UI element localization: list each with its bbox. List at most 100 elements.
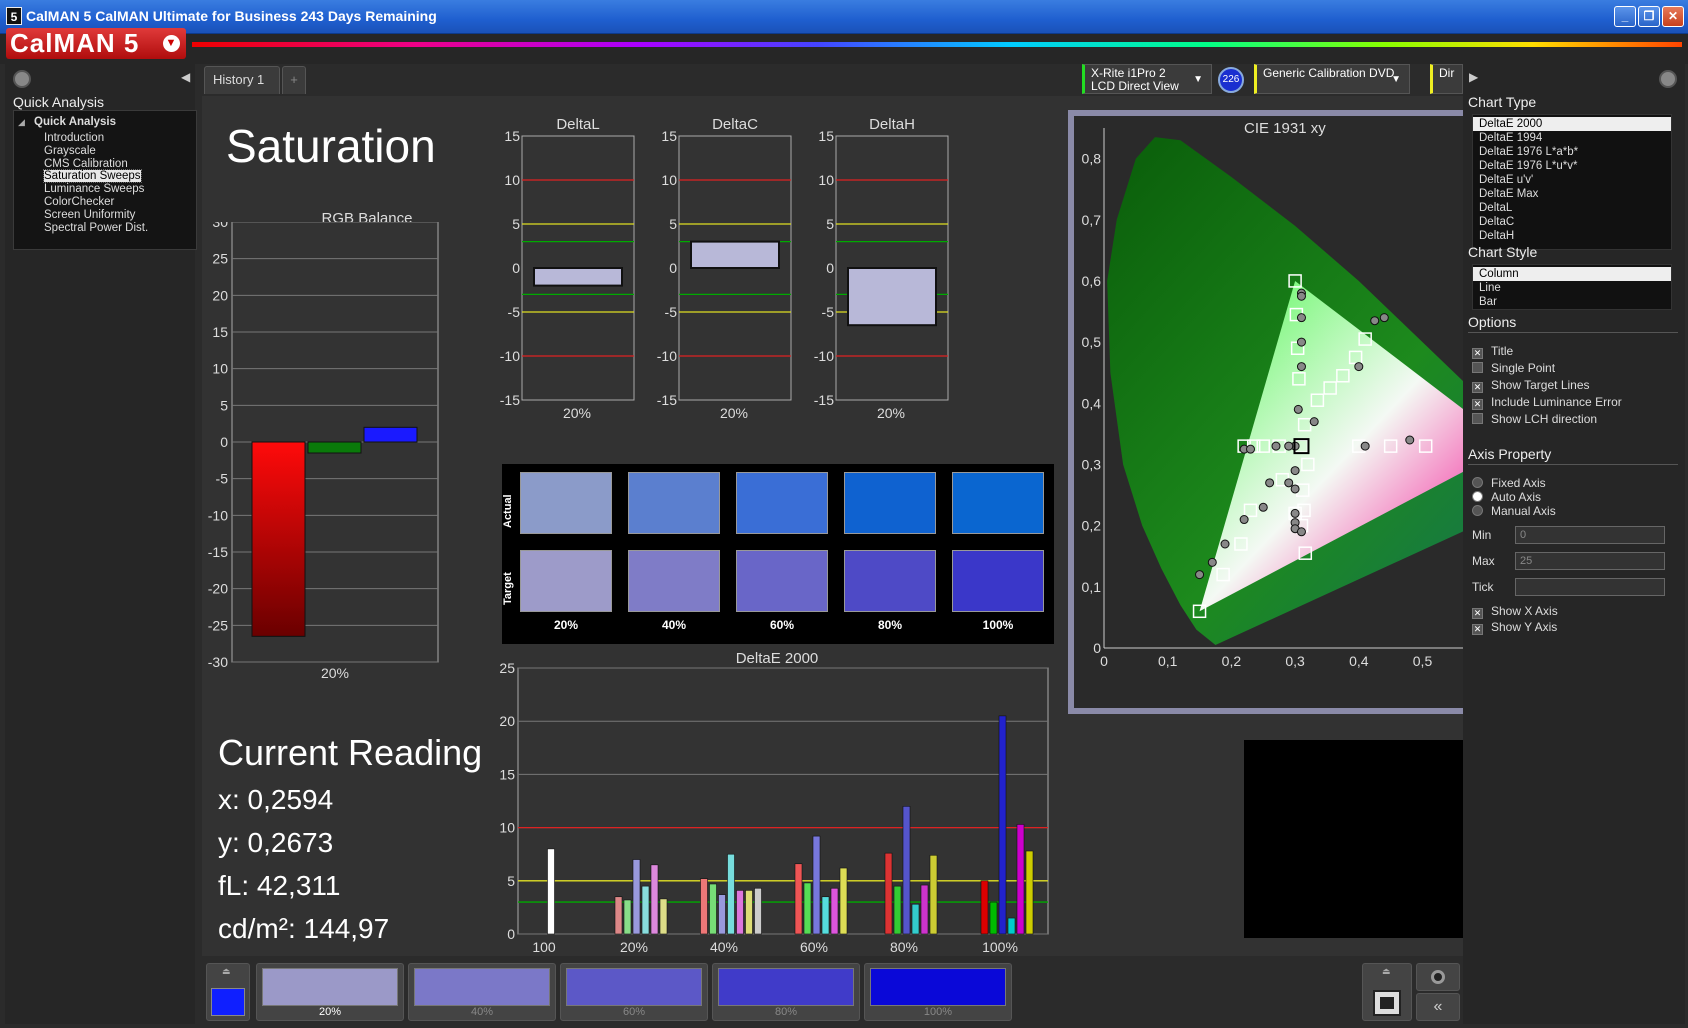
options-header: Options: [1468, 314, 1517, 330]
checkbox-icon: [1472, 413, 1483, 424]
show-x-axis-checkbox[interactable]: ✕ Show X Axis: [1472, 604, 1558, 619]
patch-button[interactable]: 40%: [408, 963, 556, 1021]
max-label: Max: [1472, 554, 1495, 568]
meter-mode: LCD Direct View: [1091, 79, 1179, 93]
close-button[interactable]: ✕: [1662, 6, 1684, 27]
swatch-label: 40%: [661, 618, 687, 632]
meter-badge[interactable]: 226: [1218, 67, 1244, 93]
x-tick-label: 20%: [720, 405, 748, 421]
display-selector[interactable]: Dir: [1430, 64, 1463, 94]
option-checkbox[interactable]: Single Point: [1472, 361, 1555, 375]
tree-item[interactable]: Spectral Power Dist.: [44, 222, 148, 234]
tree-item[interactable]: Luminance Sweeps: [44, 183, 144, 195]
reading-point: [1296, 362, 1306, 372]
expand-right-icon[interactable]: ▶: [1469, 70, 1478, 84]
y-tick-label: 0,2: [1082, 518, 1102, 534]
chart-type-item[interactable]: DeltaE 1994: [1473, 131, 1671, 145]
deltae-2000-chart: 25 20 15 10 5 0 100 20% 40% 60% 80% 100%: [499, 662, 1049, 955]
y-tick-label: 10: [818, 172, 834, 188]
option-checkbox[interactable]: ✕ Title: [1472, 344, 1513, 359]
tick-field[interactable]: [1515, 578, 1665, 596]
axis-mode-label: Manual Axis: [1491, 504, 1556, 518]
chart-type-item[interactable]: DeltaE u'v': [1473, 173, 1671, 187]
divider: [1468, 464, 1678, 465]
tree-item[interactable]: Screen Uniformity: [44, 209, 135, 221]
main-workspace: Saturation Sweeps RGB Balance 3025201510…: [202, 96, 1464, 964]
axis-mode-radio[interactable]: Auto Axis: [1472, 490, 1541, 504]
bar-blue: [363, 426, 418, 443]
y-tick-label: 5: [507, 873, 515, 889]
chart-type-item[interactable]: DeltaE 1976 L*a*b*: [1473, 145, 1671, 159]
deltae-bar: [794, 863, 803, 935]
chart-type-item[interactable]: DeltaE Max: [1473, 187, 1671, 201]
minimize-button[interactable]: _: [1614, 6, 1636, 27]
current-color-button[interactable]: ⏏: [206, 963, 250, 1021]
tree-root[interactable]: Quick Analysis: [34, 116, 116, 128]
show-y-axis-checkbox[interactable]: ✕ Show Y Axis: [1472, 620, 1557, 635]
add-tab-button[interactable]: +: [282, 66, 306, 94]
y-tick-label: 25: [499, 662, 515, 676]
tree-item[interactable]: CMS Calibration: [44, 158, 128, 170]
min-label: Min: [1472, 528, 1492, 542]
axis-property-header: Axis Property: [1468, 446, 1552, 462]
meter-selector[interactable]: X-Rite i1Pro 2 LCD Direct View ▼: [1082, 64, 1212, 94]
patch-button[interactable]: 80%: [712, 963, 860, 1021]
option-checkbox[interactable]: Show LCH direction: [1472, 412, 1597, 426]
maximize-button[interactable]: ❐: [1638, 6, 1660, 27]
chart-type-item[interactable]: DeltaE 2000: [1473, 117, 1671, 131]
tick-label: Tick: [1472, 580, 1494, 594]
cie-1931-chart: 00,10,20,30,40,50,60,70,80 0,1 0,2 0,3 0,4 0,…: [1082, 128, 1464, 669]
swatch-label: 60%: [769, 618, 795, 632]
pin-icon[interactable]: [13, 70, 31, 88]
record-button[interactable]: [1416, 963, 1460, 991]
collapse-double-left-icon[interactable]: «: [1416, 993, 1460, 1021]
deltae-bar: [821, 896, 830, 935]
patch-swatch: [566, 968, 702, 1006]
option-checkbox[interactable]: ✕ Show Target Lines: [1472, 378, 1590, 393]
actual-swatch: [628, 472, 720, 534]
patch-swatch: [870, 968, 1006, 1006]
reading-point: [1379, 313, 1389, 323]
swatch-label: 80%: [877, 618, 903, 632]
stop-button[interactable]: ⏏: [1362, 963, 1412, 1021]
chart-type-item[interactable]: DeltaL: [1473, 201, 1671, 215]
y-tick-label: 0: [512, 260, 520, 276]
patch-swatch: [262, 968, 398, 1006]
source-selector[interactable]: Generic Calibration DVD ▼: [1254, 64, 1410, 94]
stop-icon: [1373, 990, 1401, 1016]
current-color-swatch: [211, 988, 245, 1016]
patch-button[interactable]: 100%: [864, 963, 1012, 1021]
reading-point: [1284, 441, 1294, 451]
chart-style-header: Chart Style: [1468, 244, 1538, 260]
tree-item[interactable]: Saturation Sweeps: [43, 169, 142, 184]
patch-button[interactable]: 60%: [560, 963, 708, 1021]
chart-style-item[interactable]: Line: [1473, 281, 1671, 295]
reading-point: [1195, 570, 1205, 580]
pin-icon[interactable]: [1659, 70, 1677, 88]
deltae-bar: [1016, 824, 1025, 935]
tree-item[interactable]: Introduction: [44, 132, 104, 144]
patch-button[interactable]: 20%: [256, 963, 404, 1021]
chart-type-item[interactable]: DeltaH: [1473, 229, 1671, 243]
deltae-bar: [812, 835, 821, 935]
option-label: Title: [1491, 344, 1514, 358]
chart-type-item[interactable]: DeltaE 1976 L*u*v*: [1473, 159, 1671, 173]
tab-history-1[interactable]: History 1: [204, 66, 280, 94]
chart-style-item[interactable]: Bar: [1473, 295, 1671, 309]
calman-menu-button[interactable]: CalMAN 5 ▼: [6, 28, 186, 59]
deltae-bar: [1007, 917, 1016, 935]
axis-mode-radio[interactable]: Manual Axis: [1472, 504, 1556, 518]
option-checkbox[interactable]: ✕ Include Luminance Error: [1472, 395, 1622, 410]
chart-type-item[interactable]: DeltaC: [1473, 215, 1671, 229]
preview-window: [1244, 740, 1464, 938]
collapse-left-icon[interactable]: ◀: [181, 70, 190, 84]
axis-mode-radio[interactable]: Fixed Axis: [1472, 476, 1546, 490]
chart-style-item[interactable]: Column: [1473, 267, 1671, 281]
expand-icon[interactable]: ◢: [18, 117, 25, 128]
deltae-bar: [893, 885, 902, 935]
tree-item[interactable]: ColorChecker: [44, 196, 114, 208]
min-field[interactable]: 0: [1515, 526, 1665, 544]
axis-mode-label: Fixed Axis: [1491, 476, 1546, 490]
tree-item[interactable]: Grayscale: [44, 145, 96, 157]
max-field[interactable]: 25: [1515, 552, 1665, 570]
